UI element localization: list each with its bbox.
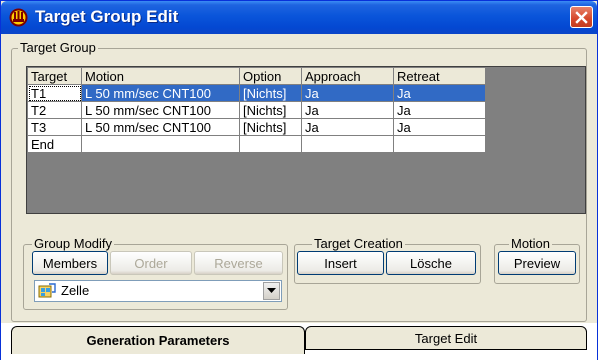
cell-target[interactable]: T2	[27, 101, 82, 119]
cell-option[interactable]: [Nichts]	[239, 101, 302, 119]
robot-app-icon	[9, 8, 28, 27]
insert-button[interactable]: Insert	[297, 251, 384, 275]
table-row[interactable]: T1 L 50 mm/sec CNT100 [Nichts] Ja Ja	[27, 84, 486, 102]
cell-target[interactable]: T3	[27, 118, 82, 136]
cell-target[interactable]: T1	[27, 84, 82, 102]
column-header-approach[interactable]: Approach	[301, 67, 394, 85]
column-header-motion[interactable]: Motion	[81, 67, 240, 85]
cell-combobox[interactable]: Zelle	[34, 280, 282, 302]
table-row[interactable]: End	[27, 135, 486, 153]
cell-approach[interactable]	[301, 135, 394, 153]
target-group-edit-window: Target Group Edit Target Group Target Mo…	[0, 0, 598, 361]
reverse-button[interactable]: Reverse	[194, 251, 283, 275]
cell-retreat[interactable]: Ja	[393, 101, 486, 119]
chevron-down-icon	[267, 288, 276, 293]
group-modify-label: Group Modify	[32, 236, 115, 251]
motion-label: Motion	[509, 236, 553, 251]
column-header-retreat[interactable]: Retreat	[393, 67, 486, 85]
close-button[interactable]	[570, 6, 593, 28]
table-row[interactable]: T2 L 50 mm/sec CNT100 [Nichts] Ja Ja	[27, 101, 486, 119]
cell-retreat[interactable]: Ja	[393, 84, 486, 102]
cell-option[interactable]: [Nichts]	[239, 118, 302, 136]
table-header-row: Target Motion Option Approach Retreat	[27, 67, 486, 85]
close-icon	[575, 10, 588, 24]
target-creation-label: Target Creation	[312, 236, 405, 251]
target-group-label: Target Group	[18, 40, 98, 55]
window-title: Target Group Edit	[35, 7, 179, 26]
cell-retreat[interactable]	[393, 135, 486, 153]
combo-value: Zelle	[61, 283, 90, 298]
column-header-option[interactable]: Option	[239, 67, 302, 85]
cell-approach[interactable]: Ja	[301, 84, 394, 102]
target-table: Target Motion Option Approach Retreat T1…	[27, 67, 486, 153]
dropdown-button[interactable]	[263, 282, 280, 300]
target-grid[interactable]: Target Motion Option Approach Retreat T1…	[26, 66, 586, 214]
cell-retreat[interactable]: Ja	[393, 118, 486, 136]
delete-button[interactable]: Lösche	[386, 251, 476, 275]
cell-option[interactable]	[239, 135, 302, 153]
cell-option[interactable]: [Nichts]	[239, 84, 302, 102]
preview-button[interactable]: Preview	[498, 251, 576, 275]
tab-generation-parameters[interactable]: Generation Parameters	[11, 326, 305, 354]
table-row[interactable]: T3 L 50 mm/sec CNT100 [Nichts] Ja Ja	[27, 118, 486, 136]
tab-target-edit[interactable]: Target Edit	[305, 326, 587, 350]
cell-motion[interactable]	[81, 135, 240, 153]
cell-motion[interactable]: L 50 mm/sec CNT100	[81, 118, 240, 136]
cell-icon	[38, 283, 56, 298]
cell-approach[interactable]: Ja	[301, 101, 394, 119]
cell-target[interactable]: End	[27, 135, 82, 153]
title-bar[interactable]: Target Group Edit	[1, 1, 597, 34]
column-header-target[interactable]: Target	[27, 67, 82, 85]
order-button[interactable]: Order	[110, 251, 192, 275]
cell-motion[interactable]: L 50 mm/sec CNT100	[81, 101, 240, 119]
members-button[interactable]: Members	[32, 251, 108, 275]
cell-motion[interactable]: L 50 mm/sec CNT100	[81, 84, 240, 102]
cell-approach[interactable]: Ja	[301, 118, 394, 136]
